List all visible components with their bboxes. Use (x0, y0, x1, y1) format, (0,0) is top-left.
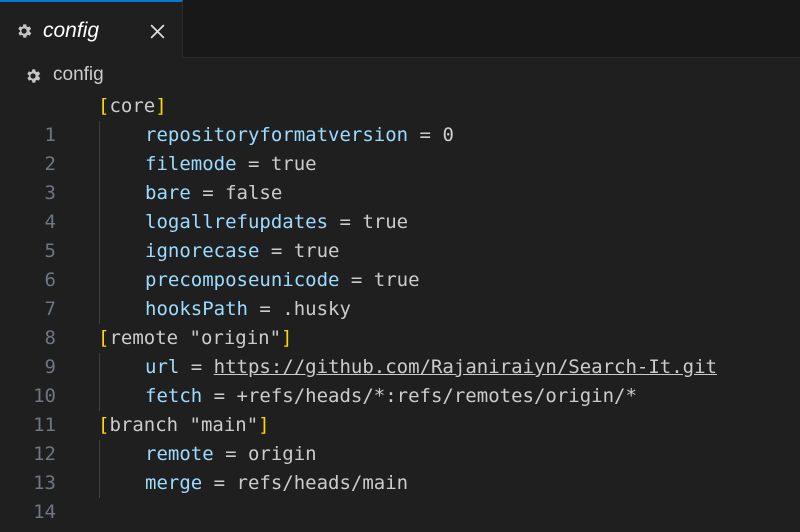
close-bracket: ] (258, 414, 270, 436)
code-line[interactable]: 10 url = https://github.com/Rajaniraiyn/… (0, 353, 800, 407)
config-value: refs/heads/main (236, 472, 409, 494)
config-entry: fetch = +refs/heads/*:refs/remotes/origi… (145, 382, 637, 411)
code-line[interactable]: 8 hooksPath = .husky (0, 295, 800, 349)
config-entry: ignorecase = true (145, 237, 339, 266)
config-entry: precomposeunicode = true (145, 266, 420, 295)
code-line[interactable]: 12 [branch "main"] (0, 411, 800, 465)
breadcrumb-label: config (53, 64, 104, 85)
config-key: hooksPath (145, 298, 248, 320)
code-line[interactable]: 14 merge = refs/heads/main (0, 469, 800, 523)
section-header: [remote "origin"] (98, 324, 293, 353)
config-key: bare (145, 182, 191, 204)
config-key: fetch (145, 385, 203, 407)
config-key: precomposeunicode (145, 269, 340, 291)
gear-icon (27, 69, 41, 83)
code-line[interactable]: 9 [remote "origin"] (0, 324, 800, 378)
url-link[interactable]: https://github.com/Rajaniraiyn/Search-It… (214, 356, 717, 378)
tab-label: config (43, 19, 100, 42)
config-entry: logallrefupdates = true (145, 208, 408, 237)
config-value: true (362, 211, 409, 233)
assign-operator: = (190, 182, 226, 204)
config-key: filemode (145, 153, 237, 175)
assign-operator: = (179, 356, 214, 378)
close-bracket: ] (281, 327, 293, 349)
code-line[interactable]: 2 repositoryformatversion = 0 (0, 121, 800, 175)
assign-operator: = (247, 298, 283, 320)
section-name: branch "main" (109, 414, 259, 436)
section-name: remote "origin" (109, 327, 282, 349)
close-bracket: ] (155, 95, 167, 117)
config-entry: remote = origin (145, 440, 317, 469)
config-entry: bare = false (145, 179, 282, 208)
close-icon[interactable] (149, 23, 166, 40)
tab-bar: config (0, 0, 800, 58)
config-value: true (373, 269, 420, 291)
config-value: true (270, 153, 317, 175)
breadcrumb[interactable]: config (0, 58, 800, 92)
config-entry: filemode = true (145, 150, 317, 179)
assign-operator: = (236, 153, 271, 175)
config-value: origin (247, 443, 317, 465)
code-line[interactable]: 4 bare = false (0, 179, 800, 233)
config-key: url (145, 356, 180, 378)
open-bracket: [ (98, 95, 110, 117)
code-line[interactable]: 3 filemode = true (0, 150, 800, 204)
config-key: remote (145, 443, 214, 465)
assign-operator: = (339, 269, 374, 291)
assign-operator: = (408, 124, 443, 146)
config-key: logallrefupdates (145, 211, 329, 233)
config-value: +refs/heads/*:refs/remotes/origin/* (236, 385, 637, 407)
code-line[interactable]: 11 fetch = +refs/heads/*:refs/remotes/or… (0, 382, 800, 436)
code-line[interactable]: 7 precomposeunicode = true (0, 266, 800, 320)
tab-config[interactable]: config (0, 0, 183, 58)
config-key: repositoryformatversion (145, 124, 409, 146)
code-line-active[interactable]: 15 (0, 498, 800, 532)
line-number: 15 (0, 527, 56, 532)
config-entry: hooksPath = .husky (145, 295, 351, 324)
section-header: [core] (98, 92, 167, 121)
code-line[interactable]: 5 logallrefupdates = true (0, 208, 800, 262)
gear-icon (18, 24, 32, 38)
section-name: core (109, 95, 156, 117)
code-line[interactable]: 1 [core] (0, 92, 800, 146)
assign-operator: = (202, 385, 237, 407)
open-bracket: [ (98, 327, 110, 349)
config-value: true (293, 240, 340, 262)
assign-operator: = (202, 472, 237, 494)
config-entry: merge = refs/heads/main (145, 469, 408, 498)
assign-operator: = (259, 240, 294, 262)
config-value: 0 (442, 124, 454, 146)
config-value: false (225, 182, 283, 204)
config-value: .husky (282, 298, 351, 320)
config-key: ignorecase (145, 240, 260, 262)
section-header: [branch "main"] (98, 411, 270, 440)
code-line[interactable]: 13 remote = origin (0, 440, 800, 494)
config-key: merge (145, 472, 203, 494)
open-bracket: [ (98, 414, 110, 436)
code-line[interactable]: 6 ignorecase = true (0, 237, 800, 291)
config-entry: url = https://github.com/Rajaniraiyn/Sea… (145, 353, 717, 382)
code-editor[interactable]: 1 [core] 2 repositoryformatversion = 0 3… (0, 92, 800, 532)
assign-operator: = (328, 211, 363, 233)
assign-operator: = (213, 443, 248, 465)
config-entry: repositoryformatversion = 0 (145, 121, 454, 150)
